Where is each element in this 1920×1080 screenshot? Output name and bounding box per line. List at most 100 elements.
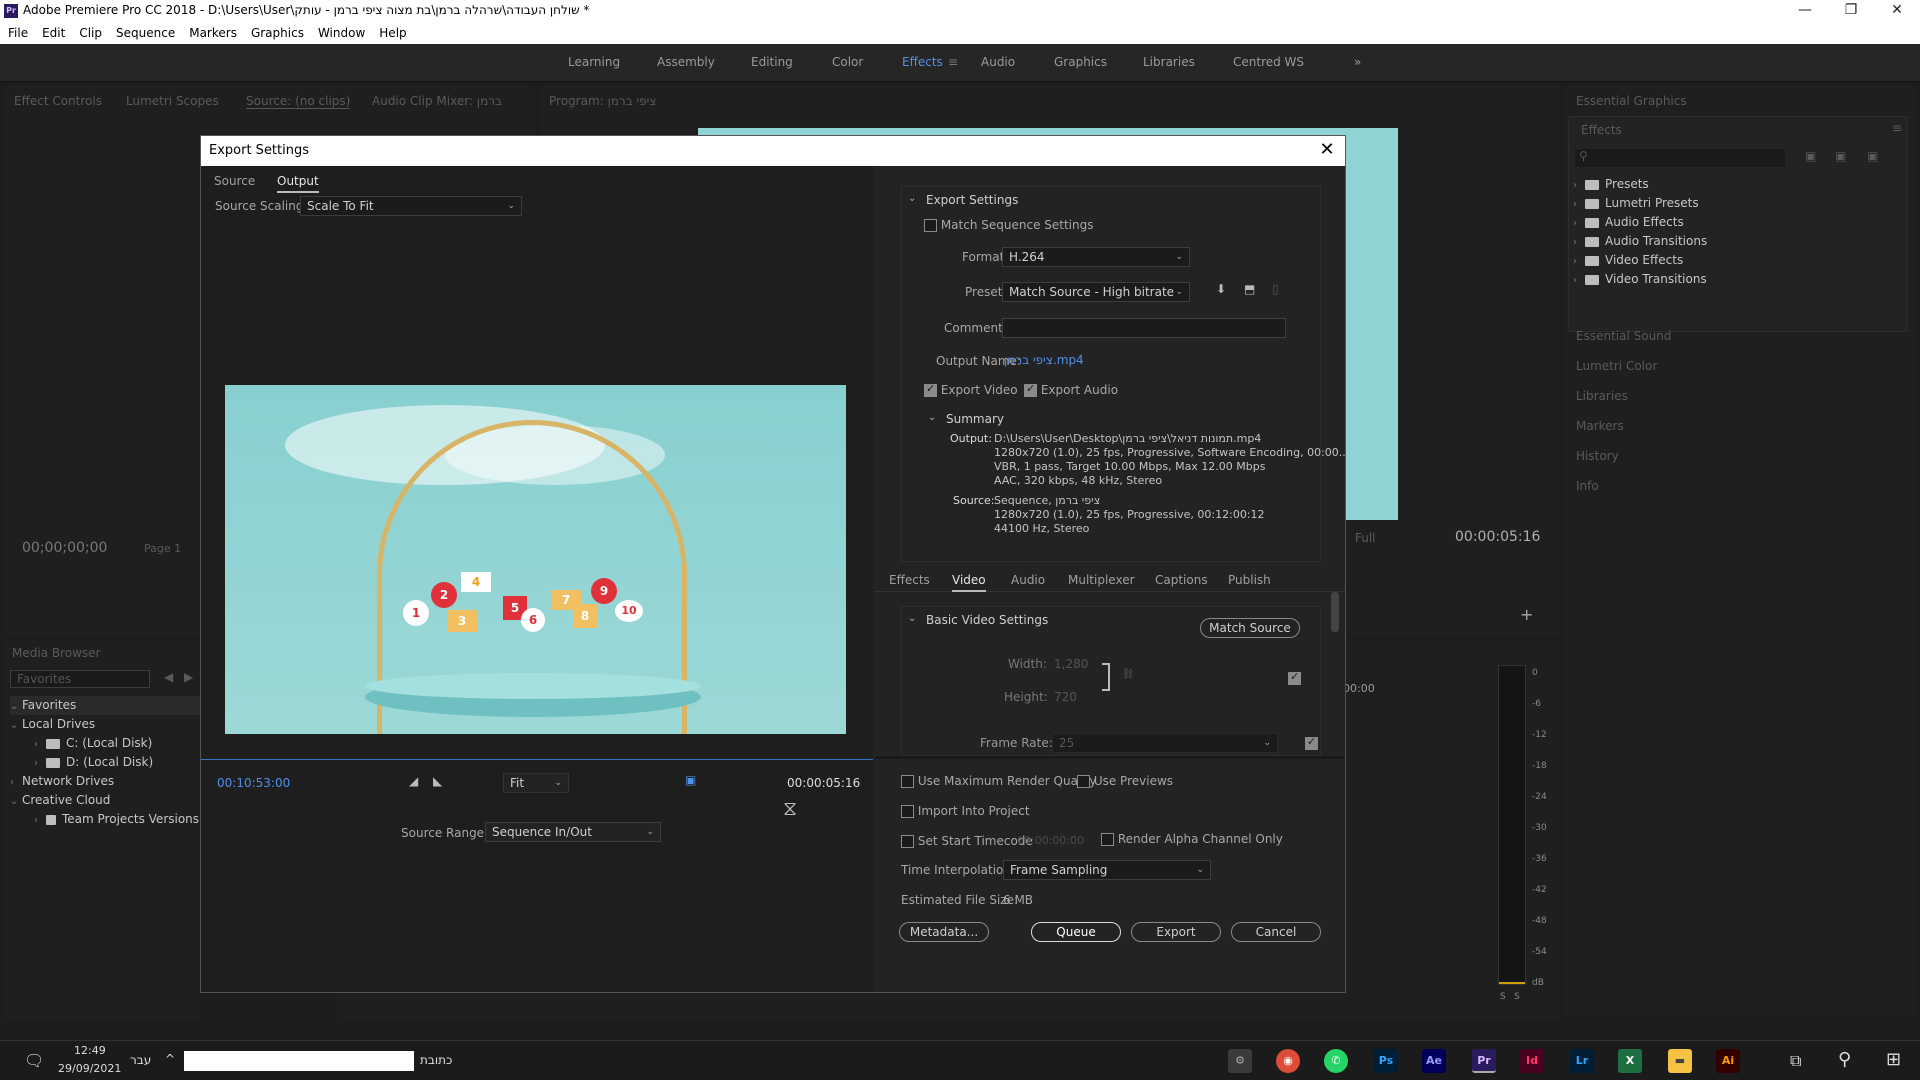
effects-item-audio-transitions[interactable]: › Audio Transitions xyxy=(1573,232,1903,251)
nav-back-icon[interactable]: ◀ xyxy=(164,670,173,684)
tab-captions[interactable]: Captions xyxy=(1155,573,1208,587)
whatsapp-icon[interactable]: ✆ xyxy=(1324,1049,1348,1073)
yuv-icon[interactable]: ▣ xyxy=(1867,149,1878,163)
workspace-centred-ws[interactable]: Centred WS xyxy=(1233,55,1304,69)
search-taskbar-icon[interactable]: ⚲ xyxy=(1838,1049,1851,1070)
fit-select[interactable]: Fit ⌄ xyxy=(503,773,569,793)
panel-lumetri-color[interactable]: Lumetri Color xyxy=(1576,359,1657,373)
match-source-button[interactable]: Match Source xyxy=(1200,618,1300,638)
lightroom-icon[interactable]: Lr xyxy=(1570,1049,1594,1073)
preset-select[interactable]: Match Source - High bitrate ⌄ xyxy=(1002,282,1190,302)
tab-program[interactable]: Program: ציפי ברמן xyxy=(549,94,656,108)
illustrator-icon[interactable]: Ai xyxy=(1716,1049,1740,1073)
tab-audio-clip-mixer[interactable]: Audio Clip Mixer: ברמן xyxy=(372,94,502,108)
tree-favorites[interactable]: ⌄ Favorites xyxy=(10,696,200,715)
workspace-menu-icon[interactable]: ≡ xyxy=(948,55,958,69)
task-view-icon[interactable]: ⧉ xyxy=(1790,1051,1801,1071)
effects-item-audio-effects[interactable]: › Audio Effects xyxy=(1573,213,1903,232)
menu-markers[interactable]: Markers xyxy=(189,26,237,40)
menu-graphics[interactable]: Graphics xyxy=(251,26,304,40)
workspace-learning[interactable]: Learning xyxy=(568,55,620,69)
tab-audio[interactable]: Audio xyxy=(1011,573,1045,587)
chrome-icon[interactable]: ◉ xyxy=(1276,1049,1300,1073)
source-range-select[interactable]: Sequence In/Out ⌄ xyxy=(485,822,661,842)
workspace-graphics[interactable]: Graphics xyxy=(1054,55,1107,69)
nav-forward-icon[interactable]: ▶ xyxy=(184,670,193,684)
tab-source-preview[interactable]: Source xyxy=(214,174,255,188)
save-preset-icon[interactable]: ⬇ xyxy=(1216,282,1226,296)
favorites-select[interactable]: Favorites xyxy=(10,670,150,688)
essential-graphics-tab[interactable]: Essential Graphics xyxy=(1576,94,1687,108)
tree-local-drives[interactable]: ⌄ Local Drives xyxy=(10,715,200,734)
workspace-assembly[interactable]: Assembly xyxy=(657,55,715,69)
export-video-row[interactable]: Export Video xyxy=(924,382,1018,397)
use-previews-row[interactable]: Use Previews xyxy=(1077,774,1173,788)
panel-info[interactable]: Info xyxy=(1576,479,1599,493)
match-sequence-row[interactable]: Match Sequence Settings xyxy=(924,218,1093,232)
height-value[interactable]: 720 xyxy=(1054,690,1077,704)
tab-multiplexer[interactable]: Multiplexer xyxy=(1068,573,1135,587)
basic-video-collapse-icon[interactable]: ⌄ xyxy=(908,613,916,624)
tree-d-drive[interactable]: › D: (Local Disk) xyxy=(10,753,200,772)
page-label[interactable]: Page 1 xyxy=(144,542,181,555)
indesign-icon[interactable]: Id xyxy=(1520,1049,1544,1073)
current-time[interactable]: 00:10:53:00 xyxy=(217,776,290,790)
effects-item-video-effects[interactable]: › Video Effects xyxy=(1573,251,1903,270)
width-height-checkbox[interactable] xyxy=(1288,670,1301,685)
workspace-libraries[interactable]: Libraries xyxy=(1143,55,1195,69)
panel-history[interactable]: History xyxy=(1576,449,1619,463)
source-scaling-select[interactable]: Scale To Fit ⌄ xyxy=(300,196,522,216)
export-audio-row[interactable]: Export Audio xyxy=(1024,382,1118,397)
new-bin-icon[interactable]: ▣ xyxy=(1805,149,1816,163)
restore-icon[interactable]: ❐ xyxy=(1828,0,1874,22)
add-button-icon[interactable]: + xyxy=(1520,605,1533,624)
tab-video[interactable]: Video xyxy=(952,573,986,592)
collapse-icon[interactable]: ⌄ xyxy=(908,193,916,204)
summary-collapse-icon[interactable]: ⌄ xyxy=(928,412,936,423)
premiere-icon[interactable]: Pr xyxy=(1472,1049,1496,1073)
set-start-tc-row[interactable]: Set Start Timecode xyxy=(901,834,1033,848)
address-bar-input[interactable] xyxy=(184,1051,414,1071)
queue-button[interactable]: Queue xyxy=(1031,922,1121,942)
workspace-color[interactable]: Color xyxy=(832,55,863,69)
panel-menu-icon[interactable]: ≡ xyxy=(1892,121,1902,135)
more-workspaces-icon[interactable]: » xyxy=(1354,55,1361,69)
panel-essential-sound[interactable]: Essential Sound xyxy=(1576,329,1671,343)
workspace-audio[interactable]: Audio xyxy=(981,55,1015,69)
tab-effects[interactable]: Effects xyxy=(889,573,930,587)
import-preset-icon[interactable]: ⬒ xyxy=(1244,282,1255,296)
accelerated-icon[interactable]: ▣ xyxy=(1835,149,1846,163)
excel-icon[interactable]: X xyxy=(1618,1049,1642,1073)
menu-sequence[interactable]: Sequence xyxy=(116,26,175,40)
menu-file[interactable]: File xyxy=(8,26,28,40)
playhead-icon[interactable]: ⧖ xyxy=(783,796,797,820)
clock-date[interactable]: 29/09/2021 xyxy=(58,1062,121,1075)
notifications-icon[interactable]: 🗨 xyxy=(24,1051,44,1070)
frame-rate-checkbox[interactable] xyxy=(1304,735,1318,750)
clock-time[interactable]: 12:49 xyxy=(74,1044,106,1057)
taskbar-app-icon[interactable]: ⚙ xyxy=(1228,1049,1252,1073)
max-render-row[interactable]: Use Maximum Render Quality xyxy=(901,774,1096,788)
chain-link-icon[interactable]: ⛓ xyxy=(1122,669,1135,680)
effects-item-video-transitions[interactable]: › Video Transitions xyxy=(1573,270,1903,289)
solo-right-button[interactable]: S xyxy=(1514,992,1520,1002)
output-name-link[interactable]: ציפי ברמן.mp4 xyxy=(1004,353,1084,367)
effects-search-input[interactable]: ⚲ xyxy=(1575,149,1785,167)
width-value[interactable]: 1,280 xyxy=(1054,657,1088,671)
after-effects-icon[interactable]: Ae xyxy=(1422,1049,1446,1073)
file-explorer-icon[interactable]: ▬ xyxy=(1668,1049,1692,1073)
tab-source[interactable]: Source: (no clips) xyxy=(246,94,351,109)
photoshop-icon[interactable]: Ps xyxy=(1374,1049,1398,1073)
solo-left-button[interactable]: S xyxy=(1500,992,1506,1002)
metadata-button[interactable]: Metadata... xyxy=(899,922,989,942)
workspace-editing[interactable]: Editing xyxy=(751,55,793,69)
start-icon[interactable]: ⊞ xyxy=(1886,1049,1901,1070)
export-button[interactable]: Export xyxy=(1131,922,1221,942)
frame-rate-select[interactable]: 25 ⌄ xyxy=(1052,733,1278,753)
tree-team-projects[interactable]: › Team Projects Versions xyxy=(10,810,200,829)
menu-clip[interactable]: Clip xyxy=(79,26,102,40)
tree-c-drive[interactable]: › C: (Local Disk) xyxy=(10,734,200,753)
tree-network-drives[interactable]: › Network Drives xyxy=(10,772,200,791)
language-indicator[interactable]: עבר xyxy=(130,1053,151,1067)
set-in-point-icon[interactable]: ◢ xyxy=(409,774,418,788)
